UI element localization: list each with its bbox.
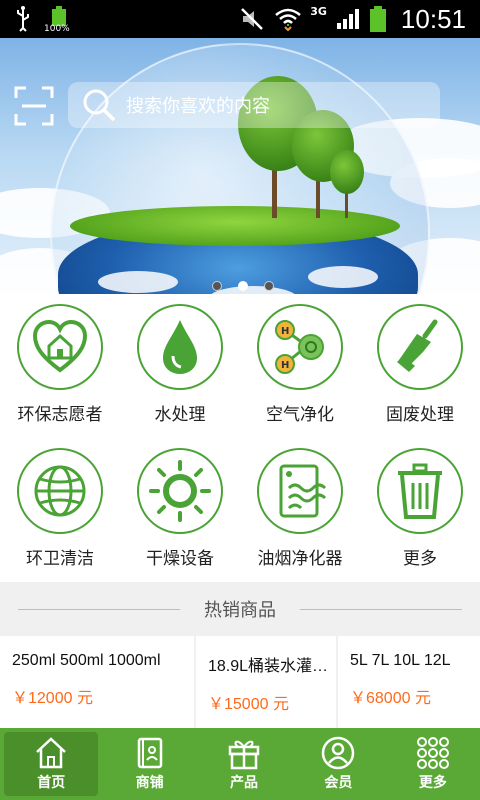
divider-line: [18, 609, 180, 610]
product-card[interactable]: 18.9L桶装水灌装机 ￥15000 元: [196, 636, 336, 728]
product-card[interactable]: 250ml 500ml 1000ml ￥12000 元: [0, 636, 194, 728]
category-label: 环卫清洁: [26, 549, 94, 569]
status-bar: 100% 3G 10:51: [0, 0, 480, 38]
carousel-dot[interactable]: [212, 281, 222, 291]
nav-products[interactable]: 产品: [197, 728, 291, 800]
mute-icon: [241, 8, 264, 30]
divider-line: [300, 609, 462, 610]
grass-island: [70, 206, 400, 246]
carousel-dot-active[interactable]: [238, 281, 248, 291]
signal-icon: [336, 9, 359, 29]
battery-small-icon: 100%: [44, 6, 70, 34]
scan-icon: [14, 86, 54, 126]
category-item-water[interactable]: 水处理: [120, 294, 240, 438]
product-price: ￥12000 元: [12, 690, 93, 707]
svg-text:H: H: [281, 360, 289, 371]
nav-label: 会员: [324, 775, 353, 791]
molecule-icon: H H: [275, 320, 324, 374]
search-bar[interactable]: 搜索你喜欢的内容: [68, 82, 440, 128]
category-label: 更多: [403, 549, 437, 569]
category-item-volunteer[interactable]: 环保志愿者: [0, 294, 120, 438]
category-grid: 环保志愿者 水处理 H H 空气净化 固废处理 环卫清洁 干燥设备 油烟净化器 …: [0, 294, 480, 582]
wifi-icon: [275, 8, 302, 31]
svg-text:H: H: [281, 326, 289, 337]
bottom-nav: 首页 商铺 产品 会员 更多: [0, 728, 480, 800]
category-item-air[interactable]: H H 空气净化: [240, 294, 360, 438]
category-label: 空气净化: [266, 405, 334, 425]
product-price: ￥15000 元: [208, 696, 289, 713]
category-item-drying[interactable]: 干燥设备: [120, 438, 240, 582]
user-icon: [322, 736, 355, 770]
water-drop-icon: [163, 320, 197, 374]
nav-member[interactable]: 会员: [291, 728, 385, 800]
category-label: 干燥设备: [146, 549, 214, 569]
battery-icon: [369, 6, 386, 32]
scan-button[interactable]: [14, 86, 54, 126]
nav-shop[interactable]: 商铺: [102, 728, 196, 800]
network-type: 3G: [310, 4, 327, 18]
nav-label: 商铺: [135, 775, 164, 791]
banner-carousel[interactable]: 搜索你喜欢的内容: [0, 38, 480, 294]
grid-dots-icon: [416, 737, 449, 769]
product-list: 250ml 500ml 1000ml ￥12000 元 18.9L桶装水灌装机 …: [0, 636, 480, 728]
category-item-more[interactable]: 更多: [360, 438, 480, 582]
usb-icon: [17, 6, 29, 32]
category-label: 环保志愿者: [17, 405, 103, 425]
category-item-fume-purifier[interactable]: 油烟净化器: [240, 438, 360, 582]
nav-label: 更多: [418, 775, 447, 791]
category-label: 固废处理: [386, 405, 454, 425]
sun-icon: [149, 460, 211, 522]
nav-more[interactable]: 更多: [386, 728, 480, 800]
hot-products-header: 热销商品: [0, 582, 480, 636]
status-right: 3G 10:51: [240, 0, 466, 38]
clock: 10:51: [400, 3, 466, 34]
range-hood-icon: [279, 464, 327, 518]
product-name: 5L 7L 10L 12L: [350, 652, 451, 669]
battery-percent: 100%: [44, 24, 70, 34]
product-name: 18.9L桶装水灌装机: [208, 658, 336, 675]
product-card[interactable]: 5L 7L 10L 12L ￥68000 元: [338, 636, 480, 728]
search-placeholder: 搜索你喜欢的内容: [126, 96, 270, 117]
category-item-solid-waste[interactable]: 固废处理: [360, 294, 480, 438]
globe-icon: [34, 465, 86, 517]
search-icon: [83, 89, 116, 122]
nav-label: 首页: [37, 775, 66, 791]
nav-label: 产品: [230, 775, 259, 791]
category-label: 油烟净化器: [257, 549, 343, 569]
trash-can-icon: [398, 463, 442, 519]
category-label: 水处理: [154, 405, 206, 425]
shop-icon: [137, 737, 162, 769]
carousel-indicator: [212, 281, 274, 291]
broom-icon: [397, 319, 438, 372]
nav-home[interactable]: 首页: [4, 732, 99, 796]
status-left: 100%: [14, 6, 70, 34]
heart-house-icon: [32, 319, 88, 373]
hot-products-title: 热销商品: [204, 600, 276, 621]
category-item-sanitation[interactable]: 环卫清洁: [0, 438, 120, 582]
product-name: 250ml 500ml 1000ml: [12, 652, 161, 669]
carousel-dot[interactable]: [264, 281, 274, 291]
gift-icon: [228, 740, 260, 770]
product-price: ￥68000 元: [350, 690, 431, 707]
home-icon: [36, 737, 67, 769]
